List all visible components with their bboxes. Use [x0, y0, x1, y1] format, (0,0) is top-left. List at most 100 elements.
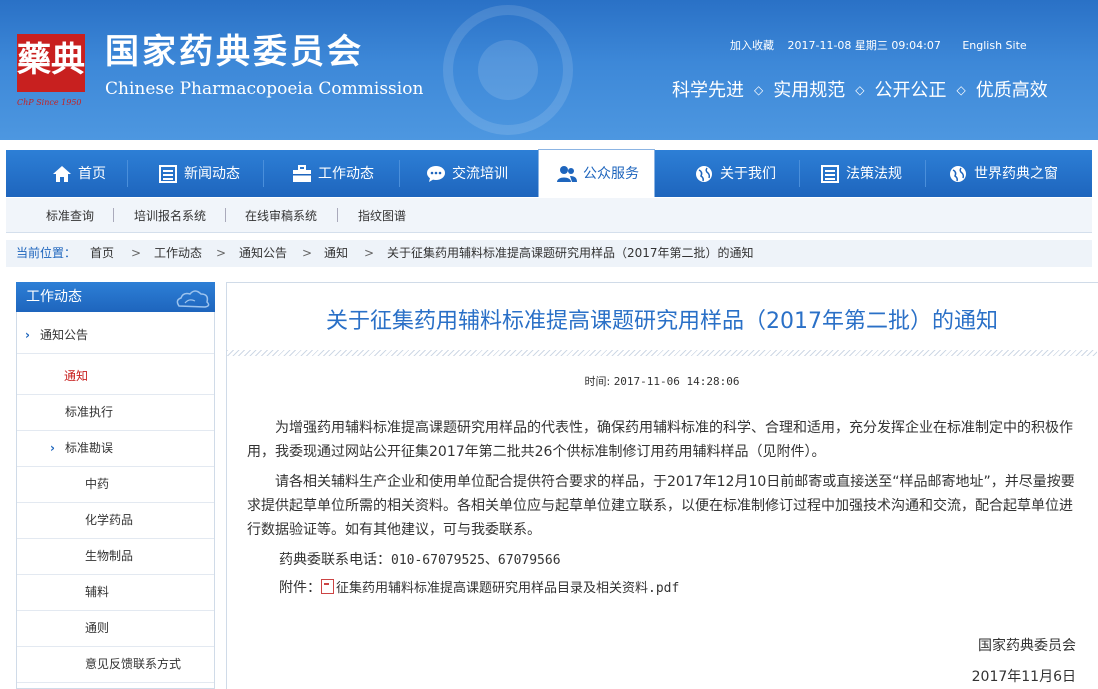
breadcrumb-item-current: 关于征集药用辅料标准提高课题研究用样品（2017年第二批）的通知 [387, 246, 754, 260]
nav-item-label: 世界药典之窗 [974, 165, 1058, 182]
nav-divider [263, 160, 264, 187]
nav-item-home[interactable]: 首页 [52, 150, 106, 197]
background-decoration [443, 5, 573, 135]
brand-name-cn: 国家药典委员会 [105, 32, 364, 72]
attachment-link[interactable]: 征集药用辅料标准提高课题研究用样品目录及相关资料.pdf [336, 581, 679, 596]
sidebar-item-label: 通知公告 [40, 328, 89, 342]
nav-item-training[interactable]: 交流培训 [426, 150, 508, 197]
chevron-right-icon: › [50, 441, 55, 455]
globe-icon [950, 165, 966, 182]
breadcrumb-item[interactable]: 通知 [324, 240, 348, 267]
nav-item-news[interactable]: 新闻动态 [158, 150, 240, 197]
nav-divider [399, 160, 400, 187]
sidebar-item-label: 化学药品 [85, 513, 134, 527]
slogan-item: 公开公正 [874, 80, 947, 101]
publish-time-value: 2017-11-06 14:28:06 [613, 375, 740, 388]
sidebar-title: 工作动态 [16, 282, 215, 312]
chevron-right-icon: › [25, 328, 30, 342]
sidebar-title-text: 工作动态 [26, 289, 82, 305]
nav-item-world-pharmacopoeia[interactable]: 世界药典之窗 [948, 150, 1058, 197]
nav-item-regulations[interactable]: 法策法规 [820, 150, 902, 197]
nav-item-label: 公众服务 [583, 165, 639, 182]
diamond-icon: ◇ [855, 83, 865, 97]
chevron-right-icon: > [364, 246, 375, 260]
sign-date: 2017年11月6日 [971, 669, 1076, 685]
nav-item-label: 法策法规 [846, 165, 902, 182]
english-site-link[interactable]: English Site [962, 39, 1026, 52]
hatched-divider [227, 350, 1097, 356]
news-icon [159, 164, 177, 183]
cloud-decoration-icon [176, 290, 210, 308]
nav-item-label: 首页 [78, 165, 106, 182]
sidebar-item-general-rules[interactable]: 通则 [17, 610, 214, 647]
top-links: 加入收藏 2017-11-08 星期三 09:04:07 English Sit… [730, 37, 1037, 53]
article: 关于征集药用辅料标准提高课题研究用样品（2017年第二批）的通知 时间: 201… [226, 282, 1098, 689]
main-nav: 首页 新闻动态 工作动态 交流培训 公众服务 关于我们 法策法规 世界药典之窗 [6, 149, 1092, 197]
breadcrumb-item[interactable]: 通知公告 [239, 240, 287, 267]
signature: 国家药典委员会 [978, 638, 1076, 654]
sidebar-item-tcm[interactable]: 中药 [17, 466, 214, 503]
contact-phone: 010-67079525、67079566 [391, 553, 561, 568]
nav-item-work[interactable]: 工作动态 [292, 150, 374, 197]
sub-nav: 标准查询 培训报名系统 在线审稿系统 指纹图谱 [6, 198, 1092, 233]
sidebar-item-feedback-contact[interactable]: 意见反馈联系方式 [17, 646, 214, 683]
chevron-right-icon: > [216, 246, 227, 260]
sidebar-item-label: 意见反馈联系方式 [85, 657, 182, 671]
sidebar-item-label: 中药 [85, 477, 110, 491]
nav-item-label: 新闻动态 [184, 165, 240, 182]
slogan-item: 科学先进 [672, 80, 744, 101]
slogan-item: 优质高效 [975, 80, 1048, 101]
sidebar-item-label: 通则 [85, 621, 110, 635]
current-datetime: 2017-11-08 星期三 09:04:07 [787, 39, 941, 52]
sidebar-item-label: 通知 [64, 369, 89, 383]
sidebar-item-label: 生物制品 [85, 549, 134, 563]
sidebar-item-chemical-drugs[interactable]: 化学药品 [17, 502, 214, 539]
nav-divider [127, 160, 128, 187]
logo-since-text: ChP Since 1950 [17, 98, 82, 107]
attachment-label: 附件： [279, 580, 321, 596]
slogans: 科学先进 ◇ 实用规范 ◇ 公开公正 ◇ 优质高效 [672, 76, 1048, 102]
publish-time-label: 时间: [584, 375, 611, 388]
document-list-icon [821, 164, 839, 183]
sidebar-item-standard-execution[interactable]: 标准执行 [17, 394, 214, 431]
sidebar-item-excipients[interactable]: 辅料 [17, 574, 214, 611]
nav-item-public-service[interactable]: 公众服务 [538, 149, 655, 197]
nav-item-label: 交流培训 [452, 165, 508, 182]
breadcrumb-item[interactable]: 工作动态 [154, 240, 202, 267]
site-header: 藥典 ChP Since 1950 国家药典委员会 Chinese Pharma… [0, 0, 1098, 140]
subnav-divider [225, 208, 226, 222]
sidebar-item-label: 标准勘误 [65, 441, 114, 455]
attachment-line: 附件： 征集药用辅料标准提高课题研究用样品目录及相关资料.pdf [279, 576, 679, 601]
logo-seal[interactable]: 藥典 ChP Since 1950 [17, 34, 85, 107]
nav-item-about[interactable]: 关于我们 [694, 150, 776, 197]
sidebar-item-errata[interactable]: › 标准勘误 [17, 430, 214, 467]
sidebar-item-notification[interactable]: 通知 [17, 358, 214, 395]
home-icon [53, 165, 71, 182]
users-icon [557, 165, 577, 182]
article-paragraph: 请各相关辅料生产企业和使用单位配合提供符合要求的样品，于2017年12月10日前… [247, 474, 1075, 538]
breadcrumb-item[interactable]: 首页 [90, 240, 114, 267]
nav-divider [799, 160, 800, 187]
subnav-training-signup[interactable]: 培训报名系统 [134, 207, 206, 224]
sidebar-item-notice[interactable]: › 通知公告 [17, 317, 214, 354]
add-favorite-link[interactable]: 加入收藏 [730, 39, 774, 52]
diamond-icon: ◇ [754, 83, 764, 97]
sidebar-item-label: 辅料 [85, 585, 110, 599]
diamond-icon: ◇ [956, 83, 966, 97]
chat-icon [427, 165, 445, 182]
article-paragraph: 为增强药用辅料标准提高课题研究用样品的代表性，确保药用辅料标准的科学、合理和适用… [247, 420, 1073, 460]
briefcase-icon [293, 164, 311, 182]
breadcrumb: 当前位置： 首页 > 工作动态 > 通知公告 > 通知 > 关于征集药用辅料标准… [6, 240, 1092, 267]
sidebar-item-biologics[interactable]: 生物制品 [17, 538, 214, 575]
logo-seal-glyph: 藥典 [17, 40, 85, 80]
contact-label: 药典委联系电话： [279, 552, 391, 568]
subnav-divider [337, 208, 338, 222]
subnav-standard-query[interactable]: 标准查询 [46, 207, 94, 224]
subnav-divider [113, 208, 114, 222]
subnav-online-review[interactable]: 在线审稿系统 [245, 207, 317, 224]
chevron-right-icon: > [302, 246, 313, 260]
nav-item-label: 关于我们 [720, 165, 776, 182]
subnav-fingerprint[interactable]: 指纹图谱 [358, 207, 406, 224]
sidebar: 工作动态 › 通知公告 通知 标准执行 › 标准勘误 中药 化学药品 生物制品 … [16, 282, 215, 689]
nav-divider [925, 160, 926, 187]
